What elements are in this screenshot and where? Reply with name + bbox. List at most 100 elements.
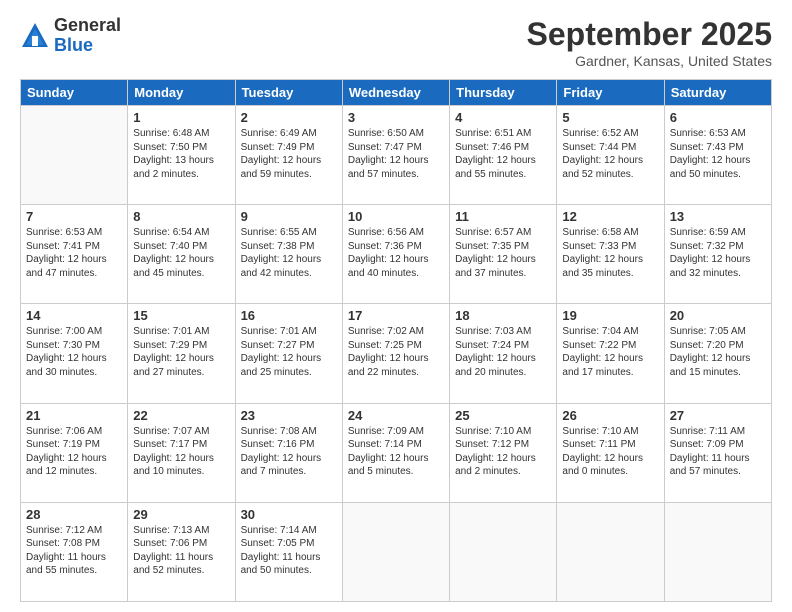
day-number: 28	[26, 507, 122, 522]
calendar-cell: 11 Sunrise: 6:57 AM Sunset: 7:35 PM Dayli…	[450, 205, 557, 304]
calendar-cell: 29Sunrise: 7:13 AM Sunset: 7:06 PM Dayli…	[128, 502, 235, 601]
day-number: 22	[133, 408, 229, 423]
day-info: Sunrise: 6:55 AM Sunset: 7:38 PM Dayligh…	[241, 226, 337, 280]
calendar-cell: 24 Sunrise: 7:09 AM Sunset: 7:14 PM Dayli…	[342, 403, 449, 502]
day-number: 24	[348, 408, 444, 423]
day-number: 3	[348, 110, 444, 125]
calendar-cell: 12 Sunrise: 6:58 AM Sunset: 7:33 PM Dayli…	[557, 205, 664, 304]
logo: General Blue	[20, 16, 121, 56]
day-info: Sunrise: 6:52 AM Sunset: 7:44 PM Dayligh…	[562, 127, 658, 181]
day-number: 20	[670, 308, 766, 323]
day-info: Sunrise: 7:05 AM Sunset: 7:20 PM Dayligh…	[670, 325, 766, 379]
day-of-week-sunday: Sunday	[21, 80, 128, 106]
logo-text: General Blue	[54, 16, 121, 56]
calendar-cell: 21 Sunrise: 7:06 AM Sunset: 7:19 PM Dayli…	[21, 403, 128, 502]
day-of-week-saturday: Saturday	[664, 80, 771, 106]
week-row-3: 14 Sunrise: 7:00 AM Sunset: 7:30 PM Dayli…	[21, 304, 772, 403]
day-header-row: SundayMondayTuesdayWednesdayThursdayFrid…	[21, 80, 772, 106]
calendar-cell	[342, 502, 449, 601]
week-row-5: 28 Sunrise: 7:12 AM Sunset: 7:08 PM Dayli…	[21, 502, 772, 601]
calendar-cell: 4Sunrise: 6:51 AM Sunset: 7:46 PM Daylig…	[450, 106, 557, 205]
calendar-cell: 16 Sunrise: 7:01 AM Sunset: 7:27 PM Dayli…	[235, 304, 342, 403]
calendar-cell	[21, 106, 128, 205]
day-number: 12	[562, 209, 658, 224]
calendar-cell: 23Sunrise: 7:08 AM Sunset: 7:16 PM Dayli…	[235, 403, 342, 502]
day-info: Sunrise: 6:49 AM Sunset: 7:49 PM Dayligh…	[241, 127, 337, 181]
day-info: Sunrise: 6:58 AM Sunset: 7:33 PM Dayligh…	[562, 226, 658, 280]
day-info: Sunrise: 6:56 AM Sunset: 7:36 PM Dayligh…	[348, 226, 444, 280]
calendar-cell: 2 Sunrise: 6:49 AM Sunset: 7:49 PM Daylig…	[235, 106, 342, 205]
day-number: 6	[670, 110, 766, 125]
day-number: 15	[133, 308, 229, 323]
calendar-cell: 17Sunrise: 7:02 AM Sunset: 7:25 PM Dayli…	[342, 304, 449, 403]
calendar: SundayMondayTuesdayWednesdayThursdayFrid…	[20, 79, 772, 602]
day-number: 5	[562, 110, 658, 125]
calendar-cell: 26 Sunrise: 7:10 AM Sunset: 7:11 PM Dayli…	[557, 403, 664, 502]
calendar-cell: 9 Sunrise: 6:55 AM Sunset: 7:38 PM Daylig…	[235, 205, 342, 304]
day-number: 18	[455, 308, 551, 323]
day-number: 11	[455, 209, 551, 224]
day-of-week-wednesday: Wednesday	[342, 80, 449, 106]
day-info: Sunrise: 6:53 AM Sunset: 7:43 PM Dayligh…	[670, 127, 766, 181]
day-number: 23	[241, 408, 337, 423]
calendar-cell: 27 Sunrise: 7:11 AM Sunset: 7:09 PM Dayli…	[664, 403, 771, 502]
day-number: 9	[241, 209, 337, 224]
day-of-week-thursday: Thursday	[450, 80, 557, 106]
calendar-cell: 18 Sunrise: 7:03 AM Sunset: 7:24 PM Dayli…	[450, 304, 557, 403]
calendar-cell: 10 Sunrise: 6:56 AM Sunset: 7:36 PM Dayli…	[342, 205, 449, 304]
calendar-cell: 1Sunrise: 6:48 AM Sunset: 7:50 PM Daylig…	[128, 106, 235, 205]
calendar-cell: 7Sunrise: 6:53 AM Sunset: 7:41 PM Daylig…	[21, 205, 128, 304]
calendar-body: 1Sunrise: 6:48 AM Sunset: 7:50 PM Daylig…	[21, 106, 772, 602]
logo-icon	[20, 21, 50, 51]
calendar-cell: 8 Sunrise: 6:54 AM Sunset: 7:40 PM Daylig…	[128, 205, 235, 304]
day-info: Sunrise: 7:11 AM Sunset: 7:09 PM Dayligh…	[670, 425, 766, 479]
day-of-week-monday: Monday	[128, 80, 235, 106]
location: Gardner, Kansas, United States	[527, 53, 772, 69]
day-info: Sunrise: 6:53 AM Sunset: 7:41 PM Dayligh…	[26, 226, 122, 280]
day-number: 8	[133, 209, 229, 224]
day-info: Sunrise: 7:01 AM Sunset: 7:29 PM Dayligh…	[133, 325, 229, 379]
day-number: 13	[670, 209, 766, 224]
day-info: Sunrise: 7:13 AM Sunset: 7:06 PM Dayligh…	[133, 524, 229, 578]
day-info: Sunrise: 6:48 AM Sunset: 7:50 PM Dayligh…	[133, 127, 229, 181]
day-of-week-friday: Friday	[557, 80, 664, 106]
day-number: 30	[241, 507, 337, 522]
day-info: Sunrise: 7:12 AM Sunset: 7:08 PM Dayligh…	[26, 524, 122, 578]
day-number: 17	[348, 308, 444, 323]
logo-general: General	[54, 16, 121, 36]
day-info: Sunrise: 6:59 AM Sunset: 7:32 PM Dayligh…	[670, 226, 766, 280]
day-number: 25	[455, 408, 551, 423]
day-info: Sunrise: 7:14 AM Sunset: 7:05 PM Dayligh…	[241, 524, 337, 578]
day-number: 10	[348, 209, 444, 224]
calendar-cell: 6 Sunrise: 6:53 AM Sunset: 7:43 PM Daylig…	[664, 106, 771, 205]
day-number: 21	[26, 408, 122, 423]
day-number: 2	[241, 110, 337, 125]
day-info: Sunrise: 7:09 AM Sunset: 7:14 PM Dayligh…	[348, 425, 444, 479]
day-info: Sunrise: 7:06 AM Sunset: 7:19 PM Dayligh…	[26, 425, 122, 479]
calendar-cell	[664, 502, 771, 601]
calendar-cell: 30 Sunrise: 7:14 AM Sunset: 7:05 PM Dayli…	[235, 502, 342, 601]
logo-blue: Blue	[54, 36, 121, 56]
day-info: Sunrise: 6:51 AM Sunset: 7:46 PM Dayligh…	[455, 127, 551, 181]
day-info: Sunrise: 7:01 AM Sunset: 7:27 PM Dayligh…	[241, 325, 337, 379]
day-number: 26	[562, 408, 658, 423]
day-info: Sunrise: 7:00 AM Sunset: 7:30 PM Dayligh…	[26, 325, 122, 379]
calendar-header: SundayMondayTuesdayWednesdayThursdayFrid…	[21, 80, 772, 106]
day-info: Sunrise: 7:07 AM Sunset: 7:17 PM Dayligh…	[133, 425, 229, 479]
week-row-2: 7Sunrise: 6:53 AM Sunset: 7:41 PM Daylig…	[21, 205, 772, 304]
day-info: Sunrise: 7:10 AM Sunset: 7:11 PM Dayligh…	[562, 425, 658, 479]
calendar-cell: 3Sunrise: 6:50 AM Sunset: 7:47 PM Daylig…	[342, 106, 449, 205]
day-info: Sunrise: 7:10 AM Sunset: 7:12 PM Dayligh…	[455, 425, 551, 479]
calendar-cell: 5 Sunrise: 6:52 AM Sunset: 7:44 PM Daylig…	[557, 106, 664, 205]
calendar-cell: 22 Sunrise: 7:07 AM Sunset: 7:17 PM Dayli…	[128, 403, 235, 502]
day-number: 27	[670, 408, 766, 423]
week-row-1: 1Sunrise: 6:48 AM Sunset: 7:50 PM Daylig…	[21, 106, 772, 205]
day-info: Sunrise: 6:57 AM Sunset: 7:35 PM Dayligh…	[455, 226, 551, 280]
day-info: Sunrise: 6:54 AM Sunset: 7:40 PM Dayligh…	[133, 226, 229, 280]
day-info: Sunrise: 7:04 AM Sunset: 7:22 PM Dayligh…	[562, 325, 658, 379]
calendar-cell: 28 Sunrise: 7:12 AM Sunset: 7:08 PM Dayli…	[21, 502, 128, 601]
day-number: 16	[241, 308, 337, 323]
day-info: Sunrise: 7:03 AM Sunset: 7:24 PM Dayligh…	[455, 325, 551, 379]
title-block: September 2025 Gardner, Kansas, United S…	[527, 16, 772, 69]
day-number: 14	[26, 308, 122, 323]
